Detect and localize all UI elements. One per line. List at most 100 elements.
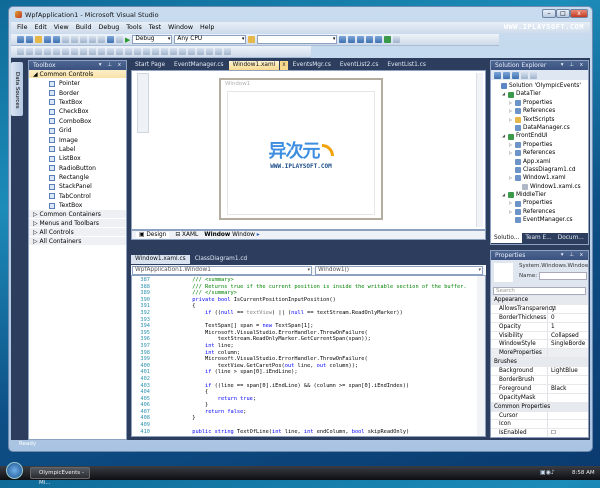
window1-preview[interactable]: Window1 异次元 WWW.IPLAYSOFT.COM (219, 78, 383, 220)
property-row[interactable]: AllowsTransparency ☐ (491, 304, 588, 314)
refresh-icon[interactable] (512, 72, 519, 79)
layout-tool-icon[interactable] (98, 48, 105, 55)
property-value[interactable]: LightBlue (548, 367, 588, 375)
expander-icon[interactable]: ◢ (502, 90, 506, 98)
save-all-icon[interactable] (53, 36, 60, 43)
view-designer-icon[interactable] (530, 72, 537, 79)
layout-tool-icon[interactable] (215, 48, 222, 55)
cut-icon[interactable] (62, 36, 69, 43)
layout-tool-icon[interactable] (107, 48, 114, 55)
menu-view[interactable]: View (54, 24, 69, 31)
toolbox-icon[interactable] (366, 36, 374, 43)
layout-tool-icon[interactable] (125, 48, 132, 55)
property-value[interactable] (548, 376, 588, 384)
layout-tool-icon[interactable] (161, 48, 168, 55)
layout-tool-icon[interactable] (17, 48, 24, 55)
expander-icon[interactable]: ▷ (509, 149, 513, 157)
vertical-scrollbar[interactable] (476, 73, 483, 227)
toolbox-item-checkbox[interactable]: CheckBox (29, 107, 126, 116)
menu-file[interactable]: File (17, 24, 28, 31)
element-breadcrumb[interactable]: Window Window ▸ (204, 232, 259, 238)
toolbox-category[interactable]: ▷ All Controls (29, 228, 126, 238)
property-category[interactable]: Brushes (491, 358, 588, 368)
property-row[interactable]: Opacity 1 (491, 322, 588, 332)
layout-tool-icon[interactable] (152, 48, 159, 55)
property-category[interactable]: Common Properties (491, 402, 588, 412)
property-row[interactable]: BorderBrush (491, 376, 588, 385)
tools-icon[interactable] (375, 36, 383, 43)
code-scrollbar[interactable] (477, 276, 485, 436)
tree-node[interactable]: Window1.xaml.cs (493, 183, 586, 191)
tree-node[interactable]: ▷ References (493, 107, 586, 115)
tray-icons[interactable]: ▣◉♪ (540, 469, 555, 476)
navigate-icon[interactable] (107, 36, 114, 43)
menu-test[interactable]: Test (149, 24, 161, 31)
property-value[interactable] (548, 412, 588, 420)
layout-tool-icon[interactable] (53, 48, 60, 55)
toolbox-item-radiobutton[interactable]: RadioButton (29, 164, 126, 173)
property-value[interactable]: 1 (548, 323, 588, 331)
document-tab[interactable]: EventManager.cs (170, 61, 228, 70)
toolbox-category[interactable]: ▷ All Containers (29, 237, 126, 247)
minimize-button[interactable]: – (542, 9, 556, 18)
property-value[interactable]: 0 (548, 314, 588, 322)
object-browser-icon[interactable] (357, 36, 365, 43)
property-category[interactable]: Appearance (491, 296, 588, 305)
properties-icon[interactable] (348, 36, 356, 43)
name-input[interactable] (539, 272, 587, 280)
toolbox-category-common-controls[interactable]: ◢ Common Controls (29, 70, 126, 79)
layout-tool-icon[interactable] (197, 48, 204, 55)
toolbox-item-textbox[interactable]: TextBox (29, 201, 126, 210)
maximize-button[interactable]: □ (556, 9, 570, 18)
tree-node[interactable]: EventManager.cs (493, 216, 586, 224)
toolbox-item-rectangle[interactable]: Rectangle (29, 173, 126, 182)
tree-node[interactable]: App.xaml (493, 158, 586, 166)
layout-tool-icon[interactable] (35, 48, 42, 55)
layout-tool-icon[interactable] (89, 48, 96, 55)
toolbox-item-textbox[interactable]: TextBox (29, 98, 126, 107)
property-row[interactable]: OpacityMask (491, 393, 588, 403)
clock[interactable]: 8:58 AM (572, 470, 595, 476)
expander-icon[interactable]: ◢ (502, 191, 506, 199)
panel-controls[interactable]: ▾ ⊥ x (561, 251, 585, 260)
menu-window[interactable]: Window (168, 24, 193, 31)
expander-icon[interactable]: ▷ (509, 208, 513, 216)
layout-tool-icon[interactable] (44, 48, 51, 55)
properties-icon[interactable] (494, 72, 501, 79)
start-button[interactable] (6, 462, 23, 479)
tree-node[interactable]: ▷ Window1.xaml (493, 174, 586, 182)
property-row[interactable]: Cursor (491, 411, 588, 421)
document-tab[interactable]: EventList2.cs (336, 61, 382, 70)
undo-icon[interactable] (89, 36, 96, 43)
layout-tool-icon[interactable] (179, 48, 186, 55)
tree-node[interactable]: ClassDiagram1.cd (493, 166, 586, 174)
platform-dropdown[interactable]: Any CPU (174, 35, 247, 44)
layout-tool-icon[interactable] (134, 48, 141, 55)
document-tab[interactable]: EventsMgr.cs (289, 61, 335, 70)
document-tab[interactable]: EventList1.cs (383, 61, 429, 70)
save-icon[interactable] (44, 36, 51, 43)
toolbox-category[interactable]: ▷ Menus and Toolbars (29, 219, 126, 229)
zoom-slider[interactable] (137, 73, 149, 133)
xaml-tab[interactable]: ⊟ XAML (175, 232, 198, 238)
layout-tool-icon[interactable] (62, 48, 69, 55)
tree-node[interactable]: ▷ References (493, 208, 586, 216)
nav-forward-icon[interactable] (116, 36, 123, 43)
layout-tool-icon[interactable] (224, 48, 231, 55)
property-value[interactable] (548, 349, 588, 357)
redo-icon[interactable] (98, 36, 105, 43)
panel-controls[interactable]: ▾ ⊥ x (99, 61, 123, 70)
panel-tab[interactable]: Docum... (555, 233, 587, 243)
property-value[interactable] (548, 420, 588, 428)
property-row[interactable]: IsEnabled ☐ (491, 429, 588, 437)
property-row[interactable]: MoreProperties (491, 349, 588, 359)
start-page-icon[interactable] (384, 36, 392, 43)
editor-tab[interactable]: ClassDiagram1.cd (191, 255, 252, 264)
layout-tool-icon[interactable] (206, 48, 213, 55)
layout-tool-icon[interactable] (71, 48, 78, 55)
property-row[interactable]: WindowStyle SingleBorde (491, 340, 588, 350)
open-icon[interactable] (35, 36, 42, 43)
property-row[interactable]: Visibility Collapsed (491, 331, 588, 341)
toolbox-item-pointer[interactable]: Pointer (29, 79, 126, 88)
panel-controls[interactable]: ▾ ⊥ x (561, 61, 585, 70)
